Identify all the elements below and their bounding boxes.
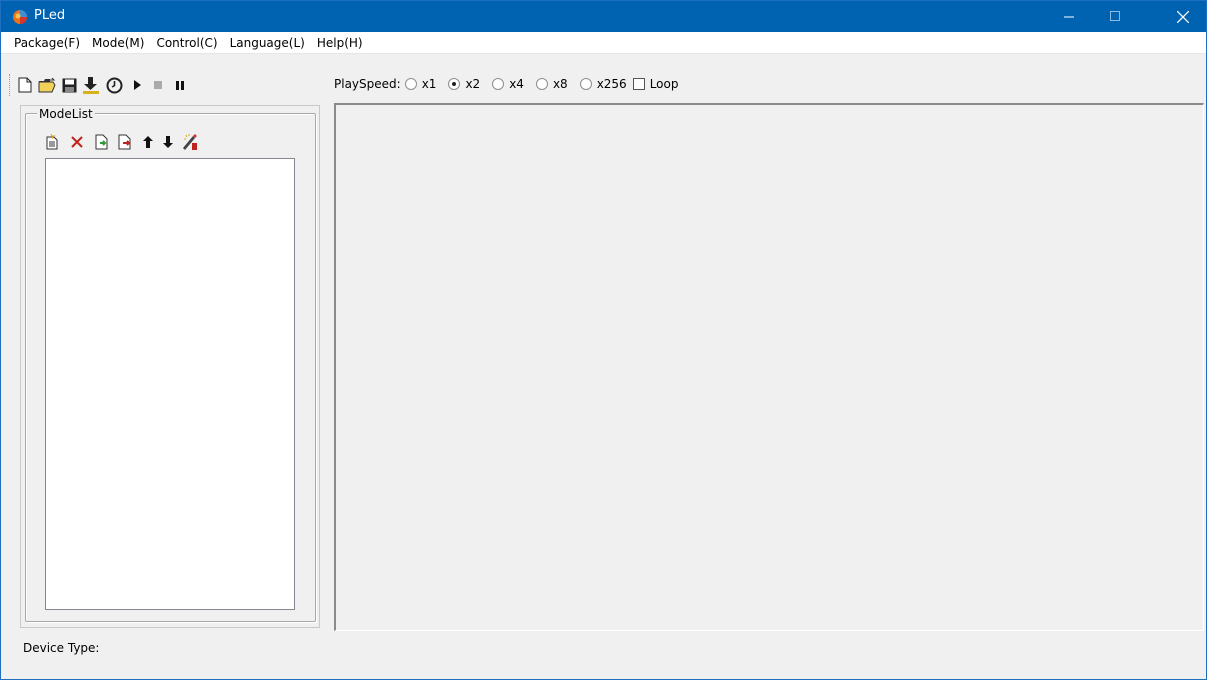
menu-control[interactable]: Control(C) <box>151 33 224 53</box>
speed-radio-x4[interactable]: x4 <box>492 77 524 91</box>
export-icon[interactable] <box>116 133 134 151</box>
menu-language[interactable]: Language(L) <box>225 33 312 53</box>
stop-icon[interactable] <box>148 75 168 95</box>
move-up-icon[interactable] <box>139 133 157 151</box>
save-icon[interactable] <box>59 75 79 95</box>
menu-help[interactable]: Help(H) <box>312 33 370 53</box>
menu-bar: Package(F) Mode(M) Control(C) Language(L… <box>1 32 1206 54</box>
edit-effect-icon[interactable] <box>181 133 199 151</box>
move-down-icon[interactable] <box>159 133 177 151</box>
delete-icon[interactable] <box>68 133 86 151</box>
open-folder-icon[interactable] <box>37 75 57 95</box>
maximize-button[interactable] <box>1092 1 1138 32</box>
speed-radio-x1[interactable]: x1 <box>404 77 436 91</box>
device-type-label: Device Type: <box>23 641 100 655</box>
add-mode-icon[interactable] <box>43 133 61 151</box>
mode-listbox[interactable] <box>45 158 295 610</box>
speed-radio-x2[interactable]: x2 <box>448 77 480 91</box>
loop-checkbox[interactable]: Loop <box>632 77 679 91</box>
minimize-button[interactable] <box>1046 1 1092 32</box>
app-logo-icon <box>12 9 28 25</box>
new-file-icon[interactable] <box>15 75 35 95</box>
loop-label: Loop <box>649 77 679 91</box>
speed-radio-x256[interactable]: x256 <box>579 77 627 91</box>
playspeed-label: PlaySpeed: <box>334 77 401 91</box>
download-icon[interactable] <box>81 75 101 95</box>
title-bar[interactable]: PLed <box>1 1 1206 32</box>
app-window: PLed Package(F) Mode(M) Control(C) Langu… <box>0 0 1207 680</box>
close-button[interactable] <box>1160 1 1206 32</box>
playspeed-group: PlaySpeed: x1 x2 x4 x8 x256 Loop <box>334 77 678 91</box>
device-type-status: Device Type: <box>23 641 99 655</box>
main-toolbar: PlaySpeed: x1 x2 x4 x8 x256 Loop <box>1 56 1206 96</box>
toolbar-grip[interactable] <box>9 74 11 96</box>
modelist-label: ModeList <box>37 107 95 121</box>
play-icon[interactable] <box>127 75 147 95</box>
import-icon[interactable] <box>93 133 111 151</box>
pause-icon[interactable] <box>170 75 190 95</box>
preview-canvas[interactable] <box>334 103 1204 631</box>
timer-icon[interactable] <box>104 75 124 95</box>
speed-radio-x8[interactable]: x8 <box>535 77 568 91</box>
menu-mode[interactable]: Mode(M) <box>87 33 151 53</box>
window-title: PLed <box>34 8 66 23</box>
menu-package[interactable]: Package(F) <box>9 33 87 53</box>
